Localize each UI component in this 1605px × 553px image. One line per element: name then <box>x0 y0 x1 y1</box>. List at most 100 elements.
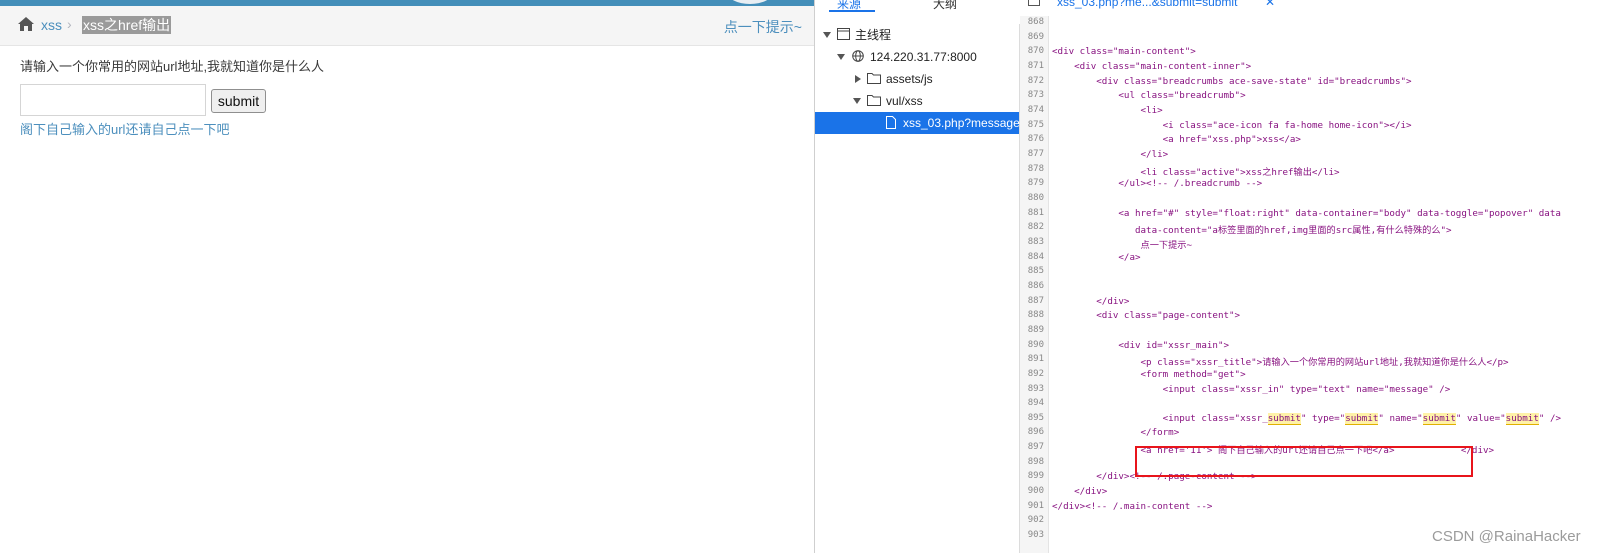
line-number: 894 <box>1027 398 1044 409</box>
breadcrumb: xss › xss之href输出 点一下提示~ <box>0 6 814 46</box>
code-line: <div id="xssr_main"> <box>1052 339 1230 351</box>
watermark: CSDN @RainaHacker <box>1432 528 1581 545</box>
line-number: 897 <box>1027 442 1044 453</box>
line-number: 870 <box>1027 46 1044 57</box>
line-number: 887 <box>1027 295 1044 306</box>
code-line: </div> <box>1052 295 1130 307</box>
code-line: <input class="xssr_submit" type="submit"… <box>1052 412 1562 425</box>
line-number: 898 <box>1027 456 1044 467</box>
active-tab-indicator <box>829 10 875 12</box>
line-number: 883 <box>1027 236 1044 247</box>
search-match-highlight: submit <box>1422 412 1456 425</box>
line-number: 875 <box>1027 119 1044 130</box>
line-number: 893 <box>1027 383 1044 394</box>
chevron-down-icon[interactable] <box>837 54 845 60</box>
tree-label: 主线程 <box>855 28 892 42</box>
line-number-gutter: 868 869 870 871 872 873 874 875 876 877 878 879 880 8… <box>1020 16 1049 553</box>
tree-item-file[interactable]: xss_03.php?message= <box>815 112 1027 134</box>
submit-button[interactable]: submit <box>211 89 266 113</box>
line-number: 888 <box>1027 310 1044 321</box>
line-number: 868 <box>1027 17 1044 27</box>
line-number: 869 <box>1027 31 1044 42</box>
folder-icon <box>867 95 881 106</box>
chevron-down-icon[interactable] <box>853 98 861 104</box>
code-line: 点一下提示~ <box>1052 239 1192 251</box>
code-line: </a> <box>1052 251 1141 263</box>
code-line: <a href="xss.php">xss</a> <box>1052 134 1301 146</box>
line-number: 879 <box>1027 178 1044 189</box>
tree-item-folder-vulxss[interactable]: vul/xss <box>815 90 1019 112</box>
code-line: data-content="a标签里面的href,img里面的src属性,有什么… <box>1052 225 1452 237</box>
code-line: <div class="breadcrumbs ace-save-state" … <box>1052 75 1412 87</box>
line-number: 900 <box>1027 486 1044 497</box>
code-line: </li> <box>1052 148 1169 160</box>
editor-tabbar: xss_03.php?me...&submit=submit ✕ <box>1020 0 1605 12</box>
line-number: 882 <box>1027 222 1044 233</box>
hint-link[interactable]: 点一下提示~ <box>724 17 802 37</box>
tree-label: vul/xss <box>886 94 923 108</box>
search-match-highlight: submit <box>1505 412 1539 425</box>
line-number: 903 <box>1027 530 1044 541</box>
code-line: </div> <box>1052 486 1108 498</box>
code-line: <i class="ace-icon fa fa-home home-icon"… <box>1052 119 1412 131</box>
page-pane: xss › xss之href输出 点一下提示~ 请输入一个你常用的网站url地址… <box>0 0 814 553</box>
search-match-highlight: submit <box>1345 412 1379 425</box>
line-number: 891 <box>1027 354 1044 365</box>
line-number: 873 <box>1027 90 1044 101</box>
line-number: 878 <box>1027 163 1044 174</box>
line-number: 886 <box>1027 280 1044 291</box>
line-number: 872 <box>1027 75 1044 86</box>
code-line: </div><!-- /.main-content --> <box>1052 500 1213 512</box>
message-input[interactable] <box>20 84 206 116</box>
line-number: 890 <box>1027 339 1044 350</box>
breadcrumb-home-link[interactable]: xss <box>41 17 62 33</box>
line-number: 871 <box>1027 60 1044 71</box>
file-tree: 主线程 124.220.31.77:8000 assets/js vul/xss… <box>815 24 1027 553</box>
code-line: <p class="xssr_title">请输入一个你常用的网站url地址,我… <box>1052 357 1509 369</box>
globe-icon <box>852 50 864 62</box>
line-number: 895 <box>1027 412 1044 423</box>
code-line: <div class="page-content"> <box>1052 310 1241 322</box>
window-icon <box>837 28 850 40</box>
line-number: 876 <box>1027 134 1044 145</box>
code-line: <li> <box>1052 104 1163 116</box>
tree-item-main-thread[interactable]: 主线程 <box>815 24 1019 46</box>
chevron-right-icon: › <box>67 16 72 32</box>
line-number: 884 <box>1027 251 1044 262</box>
home-icon <box>18 17 34 31</box>
tree-item-host[interactable]: 124.220.31.77:8000 <box>815 46 1019 68</box>
line-number: 892 <box>1027 368 1044 379</box>
search-match-highlight: submit <box>1267 412 1301 425</box>
line-number: 896 <box>1027 427 1044 438</box>
line-number: 902 <box>1027 515 1044 526</box>
highlight-annotation-box <box>1135 446 1473 477</box>
close-icon[interactable]: ✕ <box>1265 0 1275 9</box>
xssr-title: 请输入一个你常用的网站url地址,我就知道你是什么人 <box>20 59 325 74</box>
devtools-tabbar: 来源 大纲 <box>815 0 1019 12</box>
line-number: 874 <box>1027 104 1044 115</box>
tree-label: 124.220.31.77:8000 <box>870 50 977 64</box>
tree-label: assets/js <box>886 72 933 86</box>
code-line: <div class="main-content-inner"> <box>1052 60 1252 72</box>
line-number: 889 <box>1027 324 1044 335</box>
line-number: 881 <box>1027 207 1044 218</box>
code-line: <li class="active">xss之href输出</li> <box>1052 166 1340 178</box>
code-line: <input class="xssr_in" type="text" name=… <box>1052 383 1451 395</box>
tab-outline[interactable]: 大纲 <box>933 0 957 12</box>
code-line: <form method="get"> <box>1052 368 1246 380</box>
breadcrumb-active-item: xss之href输出 <box>82 16 172 34</box>
line-number: 880 <box>1027 192 1044 203</box>
tree-item-folder-assets[interactable]: assets/js <box>815 68 1019 90</box>
code-line: <a href="#" style="float:right" data-con… <box>1052 207 1561 219</box>
toggle-navigator-icon[interactable] <box>1028 0 1040 6</box>
line-number: 877 <box>1027 148 1044 159</box>
file-icon <box>886 116 896 129</box>
tab-editor-file[interactable]: xss_03.php?me...&submit=submit <box>1057 0 1237 9</box>
code-line: </ul><!-- /.breadcrumb --> <box>1052 178 1263 190</box>
result-link[interactable]: 阁下自己输入的url还请自己点一下吧 <box>20 119 229 138</box>
chevron-down-icon[interactable] <box>823 32 831 38</box>
chevron-right-icon[interactable] <box>855 75 861 83</box>
code-line: <div class="main-content"> <box>1052 46 1196 58</box>
line-number: 901 <box>1027 500 1044 511</box>
code-line: <ul class="breadcrumb"> <box>1052 90 1246 102</box>
